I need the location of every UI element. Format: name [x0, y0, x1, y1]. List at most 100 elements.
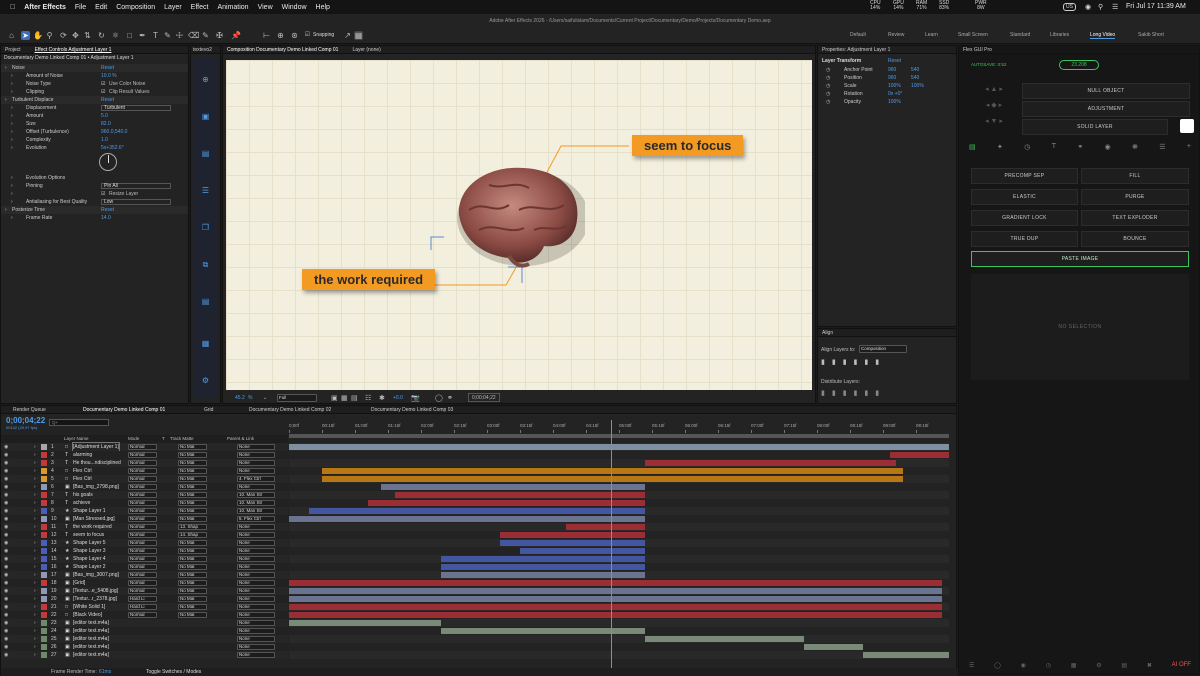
layer-expand-icon[interactable]: › [34, 475, 36, 483]
effect-property-value[interactable]: Reset [101, 64, 114, 72]
layer-name[interactable]: his goals [73, 491, 93, 499]
expand-arrow-icon[interactable]: › [11, 198, 13, 206]
visibility-eye-icon[interactable]: ◉ [4, 483, 8, 491]
layer-name[interactable]: Flex Ctrl [73, 467, 92, 475]
layer-expand-icon[interactable]: › [34, 555, 36, 563]
home-icon[interactable]: ⌂ [7, 31, 16, 40]
visibility-eye-icon[interactable]: ◉ [4, 571, 8, 579]
expand-arrow-icon[interactable]: › [11, 182, 13, 190]
effect-row[interactable]: › Complexity 1.0 [1, 136, 188, 144]
parent-select[interactable]: None [237, 444, 275, 450]
layer-name[interactable]: [editor text.m4a] [73, 651, 109, 659]
copy-icon[interactable]: ⧉ [201, 260, 210, 269]
layer-duration-bar[interactable] [500, 532, 646, 538]
transform-value-1[interactable]: 100% [888, 98, 901, 106]
layer-expand-icon[interactable]: › [34, 651, 36, 659]
expand-arrow-icon[interactable]: › [11, 190, 13, 198]
parent-select[interactable]: 10. Man Str [237, 492, 275, 498]
parent-select[interactable]: None [237, 532, 275, 538]
track-matte-select[interactable]: No Mat [178, 484, 207, 490]
layer-row[interactable]: ◉ › 21 □ [White Solid 1] Hard Li No Mat None [1, 603, 288, 611]
paste-image-button[interactable]: PASTE IMAGE [971, 251, 1189, 267]
layer-name[interactable]: [editor text.m4a] [73, 635, 109, 643]
layer-mode-select[interactable]: Normal [128, 500, 157, 506]
axis-local-icon[interactable]: ⊢ [262, 31, 271, 40]
layer-row[interactable]: ◉ › 4 □ Flex Ctrl Normal No Mat None [1, 467, 288, 475]
parent-select[interactable]: None [237, 588, 275, 594]
layer-duration-bar[interactable] [645, 460, 897, 466]
layer-expand-icon[interactable]: › [34, 451, 36, 459]
track-matte-select[interactable]: No Mat [178, 580, 207, 586]
layers-icon[interactable]: ❐ [201, 223, 210, 232]
label-color-swatch[interactable] [41, 540, 47, 546]
color-icon[interactable]: ✱ [379, 394, 385, 402]
expand-arrow-icon[interactable]: › [11, 120, 13, 128]
layer-mode-select[interactable]: Normal [128, 484, 157, 490]
visibility-eye-icon[interactable]: ◉ [4, 627, 8, 635]
effect-row[interactable]: › Amount 5.0 [1, 112, 188, 120]
track-matte-select[interactable]: No Mat [178, 556, 207, 562]
track-matte-select[interactable]: No Mat [178, 516, 207, 522]
layer-mode-select[interactable]: Normal [128, 612, 157, 618]
layer-row[interactable]: ◉ › 7 This goals Normal No Mat 10. Man Str [1, 491, 288, 499]
layer-name[interactable]: [Bas_img_3007.png] [73, 571, 119, 579]
layer-mode-select[interactable]: Normal [128, 476, 157, 482]
layer-name[interactable]: [White Solid 1] [73, 603, 105, 611]
track-matte-select[interactable]: No Mat [178, 492, 207, 498]
visibility-eye-icon[interactable]: ◉ [4, 523, 8, 531]
effect-row[interactable]: › Frame Rate 14.0 [1, 214, 188, 222]
layer-duration-bar[interactable] [863, 652, 949, 658]
distribute-buttons[interactable]: ▮▮▮▮▮▮ [821, 389, 886, 397]
expand-arrow-icon[interactable]: › [5, 96, 7, 104]
workspace-learn[interactable]: Learn [925, 32, 938, 38]
stopwatch-icon[interactable]: ◷ [826, 74, 830, 82]
layer-mode-select[interactable]: Normal [128, 452, 157, 458]
layer-row[interactable]: ◉ › 15 ★ Shape Layer 4 Normal No Mat None [1, 555, 288, 563]
align-to-select[interactable]: Composition [859, 345, 907, 353]
layer-duration-bar[interactable] [289, 444, 949, 450]
label-color-swatch[interactable] [41, 460, 47, 466]
parent-select[interactable]: None [237, 644, 275, 650]
track-matte-select[interactable]: No Mat [178, 612, 207, 618]
effect-row[interactable]: › Displacement Turbulent [1, 104, 188, 112]
anchor-grid[interactable]: ◂ ▲ ▸ ◂ ◆ ▸ ◂ ▼ ▸ [969, 82, 1019, 132]
track-matte-select[interactable]: No Mat [178, 548, 207, 554]
layer-duration-bar[interactable] [440, 628, 646, 634]
visibility-eye-icon[interactable]: ◉ [4, 491, 8, 499]
hand-tool-icon[interactable]: ✋ [33, 31, 43, 40]
layer-name[interactable]: [Adjustment Layer 1] [72, 442, 120, 452]
exposure-value[interactable]: +0.0 [393, 395, 403, 401]
guides-icon[interactable]: ☷ [365, 394, 371, 402]
menu-layer[interactable]: Layer [164, 4, 182, 11]
label-color-swatch[interactable] [41, 452, 47, 458]
timeline-search[interactable]: Q+ [49, 419, 109, 426]
visibility-eye-icon[interactable]: ◉ [4, 635, 8, 643]
callout-the-work-required[interactable]: the work required [302, 269, 436, 290]
effect-property-value[interactable]: 960.0,540.0 [101, 128, 127, 136]
effect-row[interactable]: › Antialiasing for Best Quality Low [1, 198, 188, 206]
tab-palette-icon[interactable]: ◉ [1105, 143, 1111, 155]
layer-name[interactable]: [editor text.m4a] [73, 627, 109, 635]
tab-render-queue[interactable]: Render Queue [13, 406, 46, 414]
purge-button[interactable]: PURGE [1081, 189, 1189, 205]
tab-comp-01[interactable]: Documentary Demo Linked Comp 01 [83, 406, 165, 414]
effect-property-value[interactable]: 5.0 [101, 112, 108, 120]
effect-row[interactable]: › Noise Type Use Color Noise ☑ [1, 80, 188, 88]
true-dup-button[interactable]: TRUE DUP [971, 231, 1078, 247]
menu-help[interactable]: Help [316, 4, 330, 11]
layer-duration-bar[interactable] [289, 604, 943, 610]
menu-edit[interactable]: Edit [95, 4, 107, 11]
workspace-small-screen[interactable]: Small Screen [958, 32, 988, 38]
visibility-eye-icon[interactable]: ◉ [4, 459, 8, 467]
layer-duration-bar[interactable] [566, 524, 646, 530]
layer-mode-select[interactable]: Normal [128, 548, 157, 554]
visibility-eye-icon[interactable]: ◉ [4, 443, 8, 451]
effect-property-value[interactable]: Clip Result Values [109, 88, 149, 96]
transform-value-2[interactable]: 540 [911, 66, 919, 74]
parent-select[interactable]: None [237, 452, 275, 458]
visibility-eye-icon[interactable]: ◉ [4, 595, 8, 603]
effect-row[interactable]: › Pinning Pin All [1, 182, 188, 190]
eraser-tool-icon[interactable]: ⌫ [188, 31, 199, 40]
clock[interactable]: Fri Jul 17 11:39 AM [1126, 3, 1186, 10]
current-time[interactable]: 0;00;04;22 [468, 393, 500, 402]
